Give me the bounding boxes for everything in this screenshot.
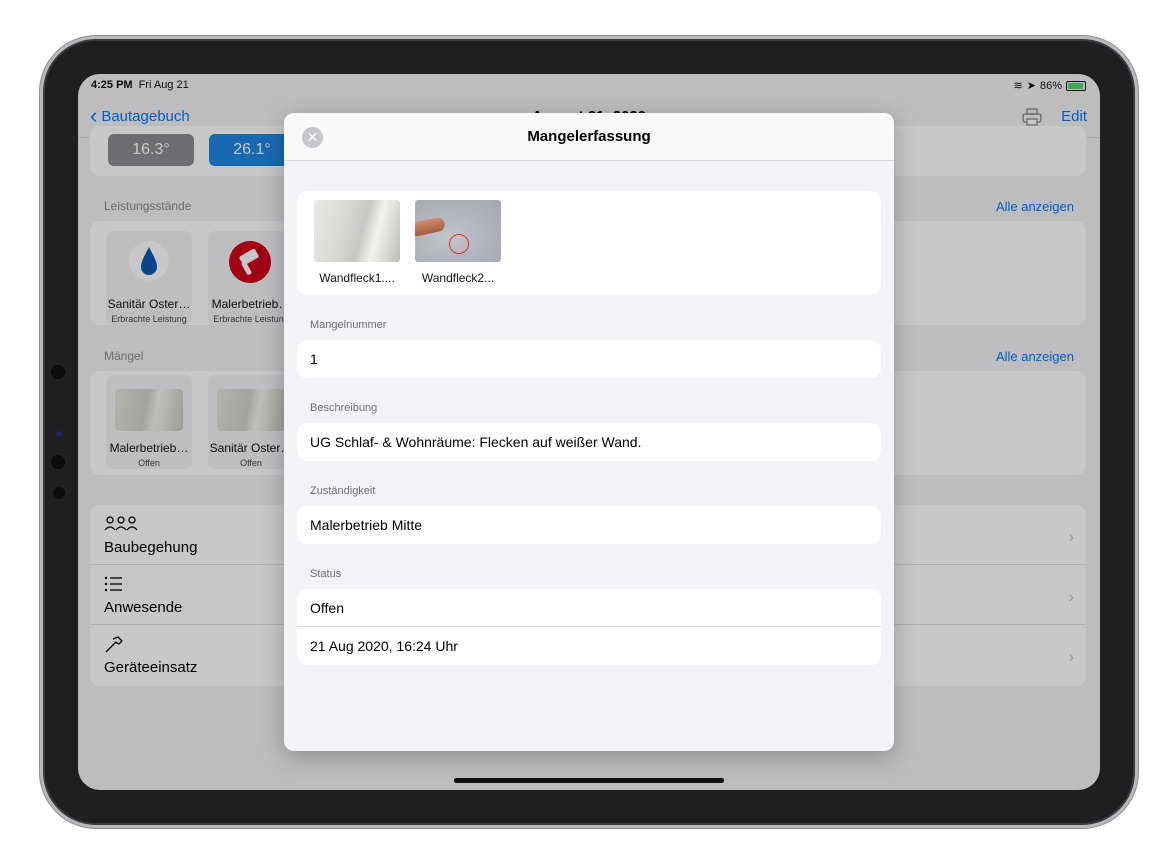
date-field[interactable]: 21 Aug 2020, 16:24 Uhr — [297, 627, 881, 665]
zustaendigkeit-field[interactable]: Malerbetrieb Mitte — [297, 506, 881, 544]
side-button — [53, 487, 65, 499]
finger-in-photo — [415, 216, 447, 238]
photo-caption: Wandfleck2... — [421, 271, 495, 285]
mangelnummer-field[interactable]: 1 — [297, 340, 881, 378]
mangelnummer-label: Mangelnummer — [310, 319, 387, 331]
side-button — [51, 455, 65, 469]
mangelerfassung-modal: ✕ Mangelerfassung Wandfleck1.... Wandfle… — [284, 113, 894, 751]
beschreibung-label: Beschreibung — [310, 402, 378, 414]
marker-circle — [449, 234, 469, 254]
modal-title: Mangelerfassung — [527, 128, 651, 145]
photo-thumbnail-1[interactable] — [314, 200, 400, 262]
home-indicator-top — [454, 778, 724, 783]
side-sensor — [51, 365, 65, 379]
status-label: Status — [310, 568, 342, 580]
photo-caption: Wandfleck1.... — [319, 271, 395, 285]
photo-strip: Wandfleck1.... Wandfleck2... — [297, 191, 881, 295]
status-field[interactable]: Offen — [297, 589, 881, 627]
zustaendigkeit-label: Zuständigkeit — [310, 485, 376, 497]
side-sensor-small — [56, 431, 62, 437]
beschreibung-field[interactable]: UG Schlaf- & Wohnräume: Flecken auf weiß… — [297, 423, 881, 461]
modal-header: ✕ Mangelerfassung — [284, 113, 894, 161]
photo-thumbnail-2[interactable] — [415, 200, 501, 262]
